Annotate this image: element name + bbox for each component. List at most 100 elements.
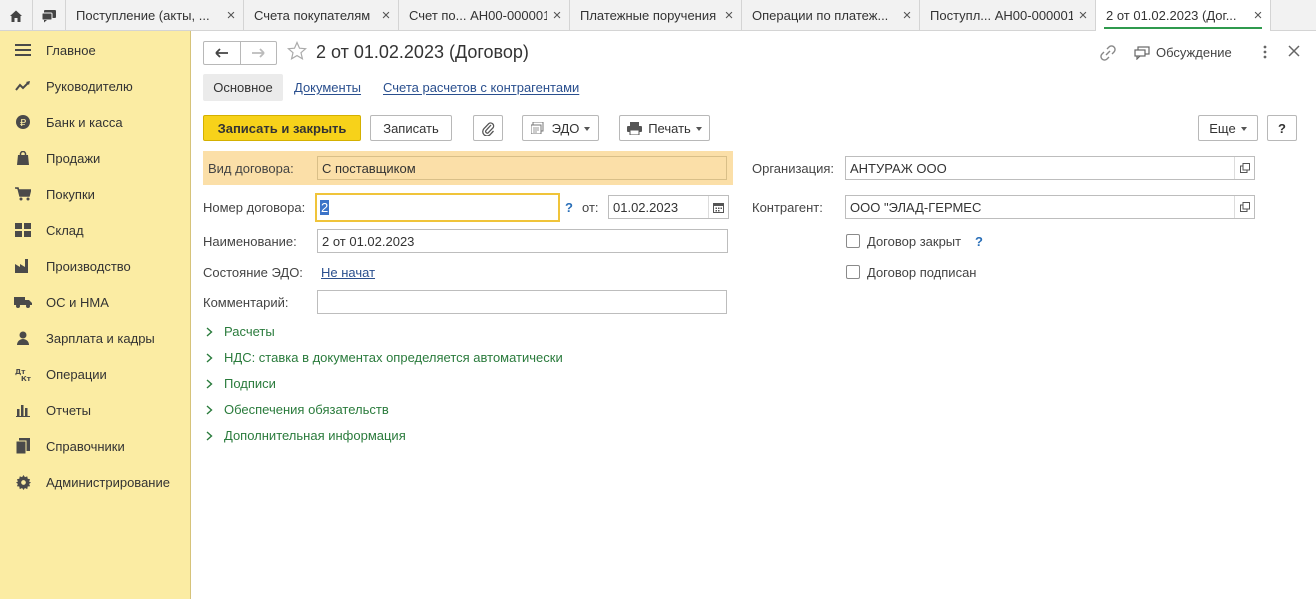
contract-number-value: 2 xyxy=(320,200,330,215)
save-and-close-button[interactable]: Записать и закрыть xyxy=(203,115,361,141)
contract-closed-checkbox[interactable] xyxy=(846,234,860,248)
dt-kt-icon: Дт Кт xyxy=(12,366,34,382)
contract-type-field: С поставщиком xyxy=(317,156,727,180)
sidebar-item-reports[interactable]: Отчеты xyxy=(0,392,190,428)
sidebar-item-main[interactable]: Главное xyxy=(0,32,190,68)
group-obligations[interactable]: Обеспечения обязательств xyxy=(206,402,389,417)
tab-invoice-an00[interactable]: Счет по... АН00-000001 × xyxy=(399,0,570,31)
sidebar-item-operations[interactable]: Дт Кт Операции xyxy=(0,356,190,392)
tab-label: Операции по платеж... xyxy=(752,8,889,23)
contract-number-input[interactable]: 2 xyxy=(315,193,560,222)
tab-label: Поступление (акты, ... xyxy=(76,8,210,23)
sidebar-item-fixed-assets[interactable]: ОС и НМА xyxy=(0,284,190,320)
group-additional-info[interactable]: Дополнительная информация xyxy=(206,428,406,443)
sidebar-item-label: Покупки xyxy=(46,186,95,202)
group-label: НДС: ставка в документах определяется ав… xyxy=(224,350,563,365)
printer-icon xyxy=(627,121,643,135)
tab-receipt-an00[interactable]: Поступл... АН00-000001 × xyxy=(920,0,1096,31)
sidebar-item-warehouse[interactable]: Склад xyxy=(0,212,190,248)
comment-input[interactable] xyxy=(317,290,727,314)
tab-main[interactable]: Основное xyxy=(203,74,283,101)
contract-signed-checkbox[interactable] xyxy=(846,265,860,279)
close-icon[interactable]: × xyxy=(551,7,563,24)
tab-label: Счета покупателям xyxy=(254,8,371,23)
home-icon[interactable] xyxy=(0,0,33,31)
edo-menu-button[interactable]: ЭДО xyxy=(522,115,599,141)
close-form-icon[interactable] xyxy=(1287,44,1301,61)
save-button[interactable]: Записать xyxy=(370,115,452,141)
tab-label: Платежные поручения xyxy=(580,8,717,23)
favorite-star-icon[interactable] xyxy=(286,41,308,64)
tab-payment-orders[interactable]: Платежные поручения × xyxy=(570,0,742,31)
tab-settlement-accounts[interactable]: Счета расчетов с контрагентами xyxy=(383,74,579,101)
close-icon[interactable]: × xyxy=(225,7,237,24)
help-button[interactable]: ? xyxy=(1267,115,1297,141)
close-icon[interactable]: × xyxy=(1077,7,1089,24)
sidebar-item-directories[interactable]: Справочники xyxy=(0,428,190,464)
attach-button[interactable] xyxy=(473,115,503,141)
number-help-icon[interactable]: ? xyxy=(565,200,573,215)
close-icon[interactable]: × xyxy=(901,7,913,24)
more-vertical-icon[interactable] xyxy=(1260,44,1270,63)
tab-contract[interactable]: 2 от 01.02.2023 (Дог... × xyxy=(1096,0,1271,31)
tab-payment-operations[interactable]: Операции по платеж... × xyxy=(742,0,920,31)
factory-icon xyxy=(12,258,34,274)
sidebar-item-management[interactable]: Руководителю xyxy=(0,68,190,104)
arrow-left-icon xyxy=(215,48,228,58)
edo-button-label: ЭДО xyxy=(551,120,580,136)
tab-receipts[interactable]: Поступление (акты, ... × xyxy=(66,0,244,31)
open-organization-icon[interactable] xyxy=(1234,157,1254,179)
close-icon[interactable]: × xyxy=(1252,7,1264,24)
close-icon[interactable]: × xyxy=(723,7,735,24)
warehouse-icon xyxy=(12,222,34,238)
close-icon[interactable]: × xyxy=(380,7,392,24)
history-nav xyxy=(203,41,277,65)
chevron-right-icon xyxy=(206,378,220,389)
chevron-down-icon xyxy=(584,127,591,131)
contract-name-input[interactable]: 2 от 01.02.2023 xyxy=(317,229,728,253)
sidebar-item-sales[interactable]: Продажи xyxy=(0,140,190,176)
tab-documents[interactable]: Документы xyxy=(294,74,361,101)
tab-customer-invoices[interactable]: Счета покупателям × xyxy=(244,0,399,31)
open-counterparty-icon[interactable] xyxy=(1234,196,1254,218)
chevron-down-icon xyxy=(695,127,702,131)
sidebar-item-bank[interactable]: ₽ Банк и касса xyxy=(0,104,190,140)
chevron-right-icon xyxy=(206,326,220,337)
contract-name-label: Наименование: xyxy=(203,234,297,249)
sidebar-item-label: Главное xyxy=(46,42,96,58)
sidebar-item-label: Справочники xyxy=(46,438,125,454)
group-settlements[interactable]: Расчеты xyxy=(206,324,275,339)
discussion-button[interactable]: Обсуждение xyxy=(1134,45,1232,60)
chat-icon[interactable] xyxy=(33,0,66,31)
edo-state-link[interactable]: Не начат xyxy=(321,265,375,280)
contract-closed-label: Договор закрыт xyxy=(867,234,962,249)
date-label: от: xyxy=(582,200,599,215)
link-icon[interactable] xyxy=(1099,45,1117,64)
bag-icon xyxy=(12,150,34,166)
counterparty-input[interactable]: ООО "ЭЛАД-ГЕРМЕС xyxy=(845,195,1255,219)
organization-input[interactable]: АНТУРАЖ ООО xyxy=(845,156,1255,180)
print-menu-button[interactable]: Печать xyxy=(619,115,710,141)
more-actions-label: Еще xyxy=(1209,120,1236,136)
contract-name-value: 2 от 01.02.2023 xyxy=(322,233,415,249)
sidebar-item-production[interactable]: Производство xyxy=(0,248,190,284)
person-icon xyxy=(12,330,34,346)
sidebar-item-purchases[interactable]: Покупки xyxy=(0,176,190,212)
chevron-down-icon xyxy=(1240,127,1247,131)
group-signatures[interactable]: Подписи xyxy=(206,376,276,391)
group-label: Дополнительная информация xyxy=(224,428,406,443)
group-label: Расчеты xyxy=(224,324,275,339)
more-actions-button[interactable]: Еще xyxy=(1198,115,1258,141)
sidebar-item-label: Банк и касса xyxy=(46,114,123,130)
group-vat[interactable]: НДС: ставка в документах определяется ав… xyxy=(206,350,563,365)
sidebar-item-label: Производство xyxy=(46,258,131,274)
tab-label: 2 от 01.02.2023 (Дог... xyxy=(1106,8,1237,23)
calendar-icon[interactable] xyxy=(708,196,728,218)
back-button[interactable] xyxy=(204,42,240,64)
sidebar-item-salary[interactable]: Зарплата и кадры xyxy=(0,320,190,356)
sidebar-item-administration[interactable]: Администрирование xyxy=(0,464,190,500)
sidebar-item-label: Продажи xyxy=(46,150,101,166)
closed-help-icon[interactable]: ? xyxy=(975,234,983,249)
edo-state-label: Состояние ЭДО: xyxy=(203,265,303,280)
forward-button[interactable] xyxy=(239,42,277,64)
